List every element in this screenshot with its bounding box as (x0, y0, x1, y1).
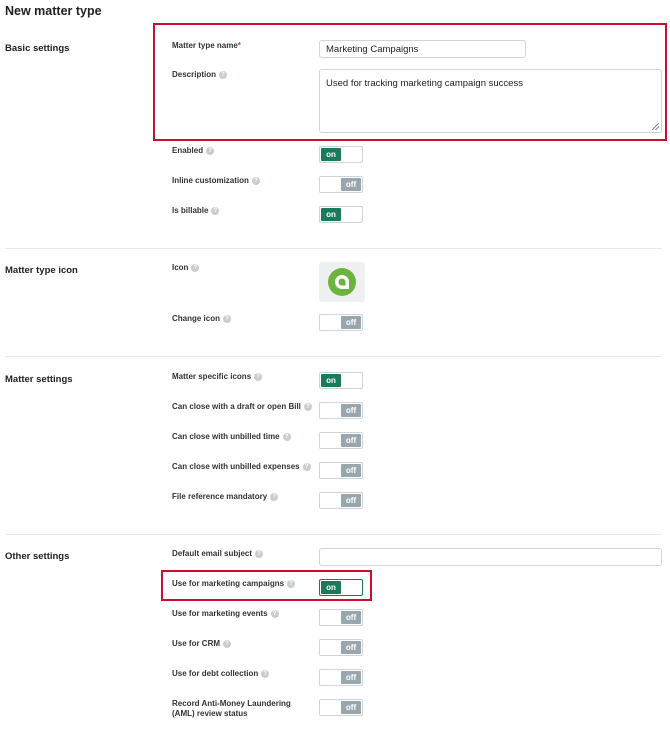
help-icon: ? (251, 176, 260, 185)
help-icon: ? (261, 669, 270, 678)
matter-specific-icons-label: Matter specific icons? (172, 372, 263, 382)
help-icon: ? (191, 263, 200, 272)
marketing-events-label: Use for marketing events? (172, 609, 279, 619)
help-icon: ? (303, 402, 312, 411)
crm-label: Use for CRM? (172, 639, 232, 649)
file-reference-label: File reference mandatory? (172, 492, 279, 502)
help-icon: ? (223, 639, 232, 648)
is-billable-toggle[interactable]: on (319, 206, 363, 223)
icon-label: Icon? (172, 263, 200, 273)
help-icon: ? (254, 372, 263, 381)
crm-toggle[interactable]: off (319, 639, 363, 656)
matter-specific-icons-toggle[interactable]: on (319, 372, 363, 389)
help-icon: ? (206, 146, 215, 155)
section-matter-type-icon: Matter type icon (5, 265, 78, 276)
close-draft-bill-toggle[interactable]: off (319, 402, 363, 419)
section-matter-settings: Matter settings (5, 374, 73, 385)
divider (5, 248, 662, 249)
help-icon: ? (223, 314, 232, 323)
speech-bubble-icon (328, 268, 356, 296)
section-other-settings: Other settings (5, 551, 70, 562)
change-icon-label: Change icon? (172, 314, 232, 324)
divider (5, 356, 662, 357)
close-unbilled-time-label: Can close with unbilled time? (172, 432, 291, 442)
highlight-box-marketing-campaigns (161, 570, 372, 601)
default-email-subject-input[interactable] (319, 548, 662, 566)
enabled-label: Enabled? (172, 146, 215, 156)
change-icon-toggle[interactable]: off (319, 314, 363, 331)
is-billable-label: Is billable? (172, 206, 220, 216)
close-draft-bill-label: Can close with a draft or open Bill? (172, 402, 312, 412)
matter-type-icon-preview (319, 262, 365, 302)
close-unbilled-expenses-toggle[interactable]: off (319, 462, 363, 479)
page-title: New matter type (5, 4, 102, 18)
enabled-toggle[interactable]: on (319, 146, 363, 163)
close-unbilled-time-toggle[interactable]: off (319, 432, 363, 449)
default-email-subject-label: Default email subject? (172, 549, 264, 559)
aml-review-label: Record Anti-Money Laundering (AML) review… (172, 699, 291, 718)
help-icon: ? (211, 206, 220, 215)
help-icon: ? (282, 432, 291, 441)
file-reference-toggle[interactable]: off (319, 492, 363, 509)
aml-review-toggle[interactable]: off (319, 699, 363, 716)
marketing-events-toggle[interactable]: off (319, 609, 363, 626)
help-icon: ? (270, 609, 279, 618)
help-icon: ? (270, 492, 279, 501)
help-icon: ? (255, 549, 264, 558)
help-icon: ? (302, 462, 311, 471)
section-basic-settings: Basic settings (5, 43, 70, 54)
divider (5, 534, 662, 535)
inline-customization-toggle[interactable]: off (319, 176, 363, 193)
inline-customization-label: Inline customization? (172, 176, 260, 186)
debt-collection-toggle[interactable]: off (319, 669, 363, 686)
close-unbilled-expenses-label: Can close with unbilled expenses? (172, 462, 311, 472)
debt-collection-label: Use for debt collection? (172, 669, 270, 679)
highlight-box-basic (153, 23, 667, 141)
